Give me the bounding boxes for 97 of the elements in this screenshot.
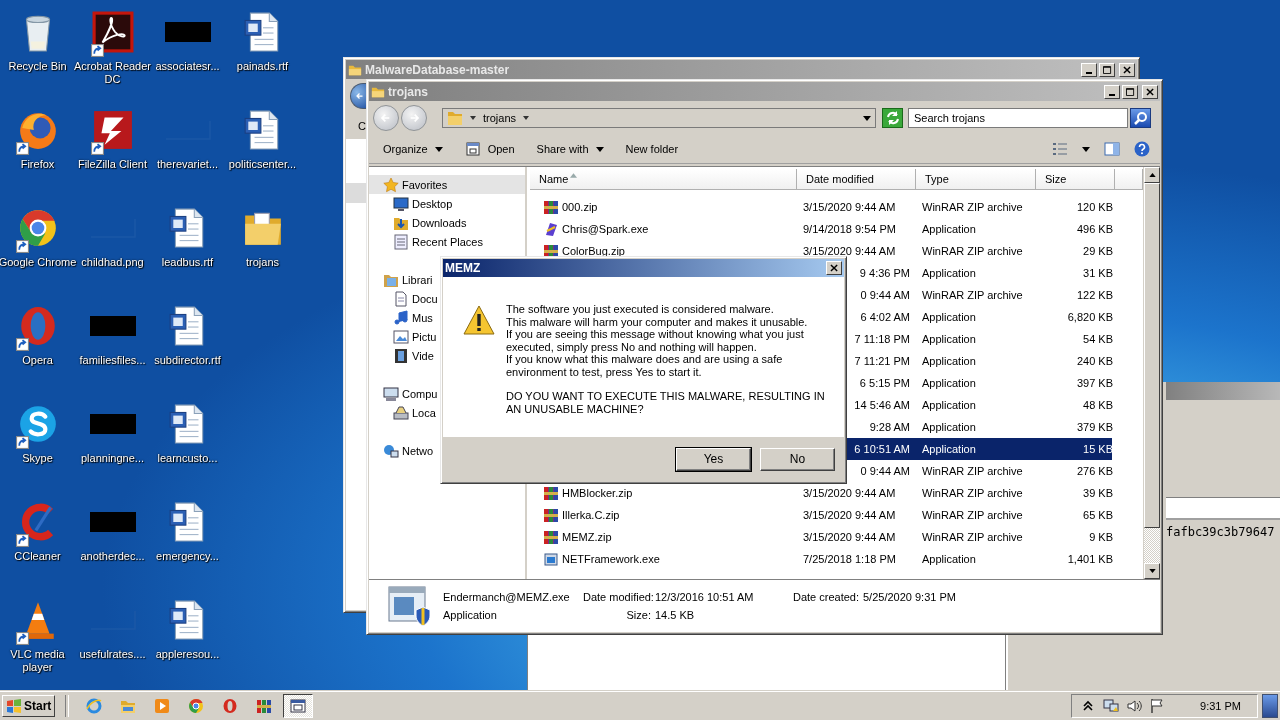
size-cell-text: 1,401 KB	[1066, 553, 1114, 565]
file-name: ColorBug.zip	[562, 245, 625, 257]
icon-label: learncusto...	[156, 452, 219, 465]
type-cell-text: Application	[921, 421, 977, 433]
hash-text: fafbc39c3b79647	[1166, 525, 1275, 539]
window-title: MalwareDatabase-master	[365, 62, 510, 77]
file-name: NETFramework.exe	[562, 553, 660, 565]
size-cell-text: 276 KB	[1075, 465, 1114, 477]
detail-value: 14.5 KB	[655, 609, 696, 621]
size-cell-text: 31 KB	[1082, 267, 1114, 279]
type-cell-text: Application	[921, 311, 977, 323]
icon-label: anotherdec...	[79, 550, 146, 563]
dialog-message: If you know what this malware does and are using a safe environment to test, press Yes to start it.	[506, 353, 784, 378]
size-cell-text: 496 KB	[1075, 223, 1114, 235]
date-cell-text: 6 10:51 AM	[853, 443, 911, 455]
icon-label: therevariet...	[155, 158, 220, 171]
size-cell-text: 397 KB	[1075, 377, 1114, 389]
icon-label: Skype	[21, 452, 54, 465]
dialog-title: MEMZ	[445, 261, 481, 275]
dialog-message: This malware will harm your computer and makes it unusable.	[506, 315, 809, 328]
type-cell-text: WinRAR ZIP archive	[921, 465, 1024, 477]
type-cell-text: Application	[921, 377, 977, 389]
size-cell-text: 240 KB	[1075, 355, 1114, 367]
type-cell-text: WinRAR ZIP archive	[921, 245, 1024, 257]
size-cell-text: 15 KB	[1082, 443, 1114, 455]
file-type: Application	[443, 609, 498, 621]
date-cell-text: 3/15/2020 9:44 AM	[802, 487, 897, 499]
size-cell-text: 120 KB	[1075, 201, 1114, 213]
type-cell-text: Application	[921, 399, 977, 411]
file-name: Chris@Spark.exe	[562, 223, 649, 235]
size-cell-text: 29 KB	[1082, 245, 1114, 257]
type-cell-text: WinRAR ZIP archive	[921, 487, 1024, 499]
icon-label: FileZilla Client	[76, 158, 149, 171]
icon-label: familiesfiles...	[78, 354, 147, 367]
detail-label: Date created:	[791, 591, 860, 603]
window-title: trojans	[388, 84, 428, 99]
detail-value: 12/3/2016 10:51 AM	[655, 591, 755, 603]
dialog-question: DO YOU WANT TO EXECUTE THIS MALWARE, RESULTING IN AN UNUSABLE MACHINE?	[506, 390, 826, 415]
size-cell-text: 39 KB	[1082, 487, 1114, 499]
date-cell-text: 3/15/2020 9:44 AM	[802, 245, 897, 257]
size-cell-text: 48 KB	[1082, 399, 1114, 411]
icon-label: appleresou...	[154, 648, 221, 661]
detail-label: Size:	[625, 609, 652, 621]
file-name: Illerka.C.zip	[562, 509, 620, 521]
date-cell-text: 9 4:36 PM	[858, 267, 911, 279]
date-cell-text: 7 11:18 PM	[853, 333, 911, 345]
file-name: 000.zip	[562, 201, 598, 213]
dialog-message: The software you just executed is considered malware.	[506, 303, 775, 316]
size-cell-text: 122 KB	[1075, 289, 1114, 301]
icon-label: VLC media player	[9, 648, 66, 674]
icon-label: Opera	[21, 354, 54, 367]
icon-label: Acrobat Reader DC	[72, 60, 152, 86]
icon-label: Google Chrome	[0, 256, 78, 269]
type-cell-text: Application	[921, 553, 977, 565]
type-cell-text: WinRAR ZIP archive	[921, 201, 1024, 213]
date-cell-text: 9:28 AM	[868, 421, 911, 433]
icon-label: CCleaner	[13, 550, 62, 563]
date-cell-text: 6 5:15 PM	[858, 377, 911, 389]
file-name: HMBlocker.zip	[562, 487, 633, 499]
icon-label: emergency...	[155, 550, 220, 563]
detail-label: Date modified:	[583, 591, 655, 603]
type-cell-text: Application	[921, 443, 977, 455]
type-cell-text: Application	[921, 355, 977, 367]
type-cell-text: WinRAR ZIP archive	[921, 289, 1024, 301]
size-cell-text: 379 KB	[1075, 421, 1114, 433]
type-cell-text: Application	[921, 267, 977, 279]
type-cell-text: WinRAR ZIP archive	[921, 509, 1024, 521]
file-name: Endermanch@MEMZ.exe	[443, 591, 571, 603]
size-cell-text: 9 KB	[1088, 531, 1114, 543]
date-cell-text: 14 5:46 AM	[853, 399, 911, 411]
size-cell-text: 65 KB	[1082, 509, 1114, 521]
icon-label: planningne...	[80, 452, 145, 465]
date-cell-text: 9/14/2018 9:54 PM	[802, 223, 897, 235]
date-cell-text: 7/25/2018 1:18 PM	[802, 553, 897, 565]
icon-label: politicsenter...	[227, 158, 298, 171]
icon-label: subdirector.rtf	[153, 354, 222, 367]
date-cell-text: 3/15/2020 9:44 AM	[802, 201, 897, 213]
size-cell-text: 6,820 KB	[1066, 311, 1114, 323]
icon-label: trojans	[245, 256, 280, 269]
icon-label: Firefox	[19, 158, 56, 171]
type-cell-text: WinRAR ZIP archive	[921, 531, 1024, 543]
icon-label: painads.rtf	[235, 60, 290, 73]
size-cell-text: 54 KB	[1082, 333, 1114, 345]
date-cell-text: 6 4:02 AM	[859, 311, 911, 323]
date-cell-text: 3/15/2020 9:44 AM	[802, 509, 897, 521]
date-cell-text: 0 9:44 AM	[859, 465, 911, 477]
date-cell-text: 3/15/2020 9:44 AM	[802, 531, 897, 543]
clock: 9:31 PM	[1200, 700, 1241, 712]
icon-label: usefulrates....	[78, 648, 147, 661]
type-cell-text: Application	[921, 333, 977, 345]
file-name: MEMZ.zip	[562, 531, 612, 543]
detail-value: 5/25/2020 9:31 PM	[863, 591, 956, 603]
icon-label: leadbus.rtf	[160, 256, 215, 269]
date-cell-text: 7 11:21 PM	[853, 355, 911, 367]
type-cell-text: Application	[921, 223, 977, 235]
date-cell-text: 0 9:44 AM	[859, 289, 911, 301]
dialog-message: If you are seeing this message without knowing what you just executed, simply press No and nothing will happen.	[506, 328, 805, 353]
